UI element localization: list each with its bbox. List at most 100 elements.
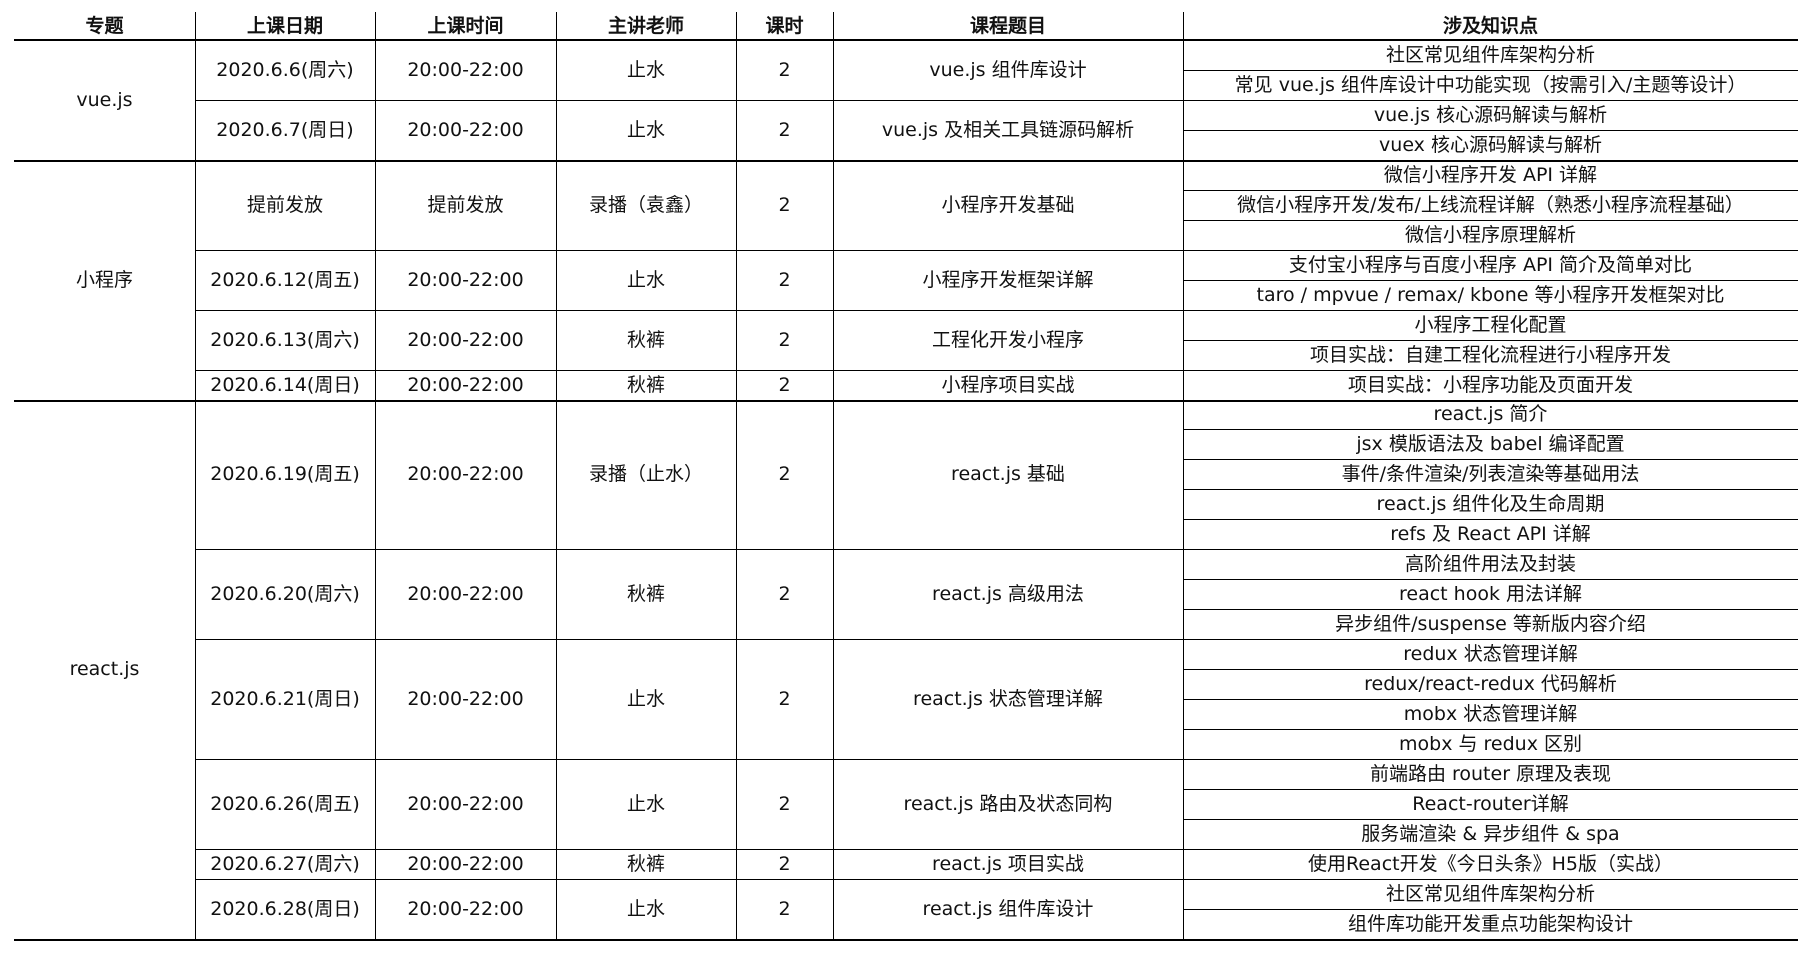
lesson-title: react.js 高级用法: [932, 582, 1084, 605]
lesson-time: 20:00-22:00: [407, 118, 524, 141]
lesson-time: 20:00-22:00: [407, 792, 524, 815]
knowledge-point: 项目实战：小程序功能及页面开发: [1347, 373, 1633, 396]
knowledge-point: mobx 与 redux 区别: [1399, 732, 1582, 755]
topic-label: vue.js: [76, 88, 133, 111]
lesson-teacher: 止水: [626, 58, 665, 81]
column-divider: [736, 12, 737, 939]
knowledge-point: mobx 状态管理详解: [1403, 702, 1578, 725]
lesson-teacher: 止水: [626, 897, 665, 920]
lesson-hours: 2: [778, 328, 791, 351]
lesson-date: 2020.6.13(周六): [210, 328, 360, 351]
header-time: 上课时间: [427, 14, 504, 37]
lesson-time: 20:00-22:00: [407, 58, 524, 81]
knowledge-point: 微信小程序开发/发布/上线流程详解（熟悉小程序流程基础）: [1237, 193, 1744, 216]
header-topic: 专题: [85, 14, 124, 37]
knowledge-point: 高阶组件用法及封装: [1404, 552, 1576, 575]
lesson-title: 小程序开发基础: [941, 193, 1075, 216]
knowledge-point: react.js 简介: [1433, 403, 1548, 425]
knowledge-point: vuex 核心源码解读与解析: [1379, 133, 1602, 156]
knowledge-point: 社区常见组件库架构分析: [1385, 43, 1595, 66]
knowledge-point: react.js 组件化及生命周期: [1376, 492, 1605, 515]
lesson-date: 2020.6.14(周日): [210, 373, 360, 396]
lesson-date: 2020.6.28(周日): [210, 897, 360, 920]
header-title: 课程题目: [969, 14, 1046, 37]
lesson-title: 工程化开发小程序: [931, 328, 1084, 351]
lesson-title: react.js 基础: [951, 463, 1065, 485]
lesson-title: vue.js 组件库设计: [929, 58, 1087, 81]
lesson-time: 20:00-22:00: [407, 463, 524, 485]
topic-label: react.js: [69, 658, 140, 680]
lesson-hours: 2: [778, 58, 791, 81]
column-divider: [1183, 12, 1184, 939]
header-points: 涉及知识点: [1442, 14, 1538, 37]
lesson-title: vue.js 及相关工具链源码解析: [881, 118, 1135, 141]
knowledge-point: redux 状态管理详解: [1403, 642, 1578, 665]
lesson-hours: 2: [778, 193, 791, 216]
lesson-time: 20:00-22:00: [407, 687, 524, 710]
lesson-hours: 2: [778, 897, 791, 920]
lesson-date: 2020.6.21(周日): [210, 687, 360, 710]
lesson-teacher: 秋裤: [626, 582, 665, 605]
lesson-hours: 2: [778, 582, 791, 605]
lesson-title: react.js 路由及状态同构: [903, 792, 1113, 815]
column-divider: [833, 12, 834, 939]
header-date: 上课日期: [246, 14, 323, 37]
knowledge-point: 常见 vue.js 组件库设计中功能实现（按需引入/主题等设计）: [1234, 73, 1747, 96]
knowledge-point: jsx 模版语法及 babel 编译配置: [1356, 432, 1625, 455]
lesson-time: 20:00-22:00: [407, 328, 524, 351]
lesson-teacher: 录播（止水）: [588, 463, 703, 485]
knowledge-point: 微信小程序开发 API 详解: [1383, 163, 1598, 186]
knowledge-point: refs 及 React API 详解: [1390, 522, 1591, 545]
lesson-title: react.js 状态管理详解: [913, 687, 1103, 710]
lesson-time: 20:00-22:00: [407, 897, 524, 920]
topic-label: 小程序: [75, 268, 133, 291]
header-teacher: 主讲老师: [607, 14, 684, 37]
knowledge-point: vue.js 核心源码解读与解析: [1373, 103, 1608, 126]
lesson-teacher: 秋裤: [626, 328, 665, 351]
knowledge-point: 组件库功能开发重点功能架构设计: [1347, 912, 1633, 935]
knowledge-point: 小程序工程化配置: [1414, 313, 1567, 336]
lesson-teacher: 秋裤: [626, 852, 665, 875]
lesson-teacher: 秋裤: [626, 373, 665, 396]
lesson-time: 提前发放: [427, 193, 504, 216]
column-divider: [556, 12, 557, 939]
lesson-title: react.js 组件库设计: [922, 897, 1094, 920]
lesson-date: 2020.6.26(周五): [210, 792, 360, 815]
lesson-hours: 2: [778, 852, 791, 875]
row-divider: [14, 939, 1798, 941]
column-divider: [375, 12, 376, 939]
knowledge-point: 使用React开发《今日头条》H5版（实战）: [1308, 852, 1673, 875]
lesson-time: 20:00-22:00: [407, 373, 524, 396]
lesson-hours: 2: [778, 792, 791, 815]
knowledge-point: 支付宝小程序与百度小程序 API 简介及简单对比: [1288, 253, 1693, 276]
lesson-title: 小程序项目实战: [941, 373, 1075, 396]
knowledge-point: React-router详解: [1412, 792, 1569, 815]
lesson-date: 2020.6.6(周六): [216, 58, 354, 81]
lesson-hours: 2: [778, 463, 791, 485]
lesson-teacher: 录播（袁鑫）: [588, 193, 703, 216]
lesson-teacher: 止水: [626, 792, 665, 815]
knowledge-point: redux/react-redux 代码解析: [1364, 672, 1617, 695]
knowledge-point: 服务端渲染 & 异步组件 & spa: [1361, 822, 1620, 845]
lesson-date: 2020.6.12(周五): [210, 268, 360, 291]
lesson-title: 小程序开发框架详解: [922, 268, 1094, 291]
knowledge-point: 微信小程序原理解析: [1404, 223, 1576, 246]
lesson-teacher: 止水: [626, 687, 665, 710]
course-schedule-table: 专题 上课日期 上课时间 主讲老师 课时 课程题目 涉及知识点 2020.6.6(周六) 20:…: [0, 0, 1813, 963]
lesson-hours: 2: [778, 373, 791, 396]
knowledge-point: 项目实战：自建工程化流程进行小程序开发: [1309, 343, 1671, 366]
lesson-title: react.js 项目实战: [932, 852, 1084, 875]
lesson-date: 提前发放: [246, 193, 323, 216]
lesson-teacher: 止水: [626, 268, 665, 291]
lesson-date: 2020.6.19(周五): [210, 463, 360, 485]
knowledge-point: 异步组件/suspense 等新版内容介绍: [1335, 612, 1646, 635]
lesson-teacher: 止水: [626, 118, 665, 141]
lesson-time: 20:00-22:00: [407, 582, 524, 605]
lesson-hours: 2: [778, 268, 791, 291]
knowledge-point: 社区常见组件库架构分析: [1385, 882, 1595, 905]
lesson-hours: 2: [778, 687, 791, 710]
lesson-time: 20:00-22:00: [407, 852, 524, 875]
column-divider: [195, 12, 196, 939]
knowledge-point: taro / mpvue / remax/ kbone 等小程序开发框架对比: [1256, 283, 1725, 306]
lesson-date: 2020.6.7(周日): [216, 118, 354, 141]
